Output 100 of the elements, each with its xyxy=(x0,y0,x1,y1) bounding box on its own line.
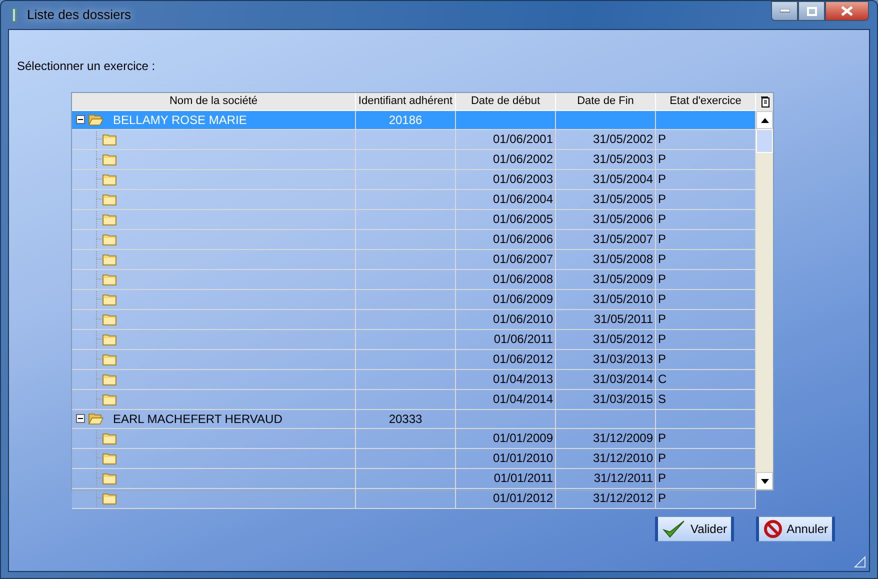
tree-row[interactable]: 01/06/2003 31/05/2004 P xyxy=(72,170,756,190)
state-cell: P xyxy=(656,488,756,508)
end-date-cell: 31/03/2013 xyxy=(556,350,656,370)
state-cell: P xyxy=(656,330,756,350)
member-id-cell: 20333 xyxy=(356,410,456,428)
tree-row[interactable]: 01/06/2008 31/05/2009 P xyxy=(72,270,756,290)
tree-row[interactable]: 01/01/2012 31/12/2012 P xyxy=(72,488,756,508)
state-cell: P xyxy=(656,210,756,230)
scroll-down-button[interactable] xyxy=(756,472,773,490)
column-chooser-icon[interactable] xyxy=(760,96,770,108)
window-title: Liste des dossiers xyxy=(27,6,132,24)
folder-icon xyxy=(102,252,118,266)
checkmark-icon xyxy=(662,519,686,539)
end-date-cell: 31/12/2010 xyxy=(556,448,656,468)
start-date-cell: 01/06/2008 xyxy=(456,270,556,290)
start-date-cell: 01/01/2009 xyxy=(456,428,556,448)
state-cell: P xyxy=(656,468,756,488)
tree-row[interactable]: 01/06/2002 31/05/2003 P xyxy=(72,150,756,170)
state-cell: P xyxy=(656,428,756,448)
tree-row[interactable]: 01/01/2011 31/12/2011 P xyxy=(72,468,756,488)
folder-icon xyxy=(102,192,118,206)
state-cell: S xyxy=(656,390,756,410)
close-button[interactable] xyxy=(825,1,869,21)
start-date-cell: 01/06/2010 xyxy=(456,310,556,330)
tree-row[interactable]: 01/06/2010 31/05/2011 P xyxy=(72,310,756,330)
tree-row[interactable]: 01/01/2009 31/12/2009 P xyxy=(72,428,756,448)
open-folder-icon xyxy=(88,113,104,126)
end-date-cell: 31/03/2015 xyxy=(556,390,656,410)
up-arrow-icon xyxy=(760,118,768,122)
end-date-cell: 31/05/2002 xyxy=(556,130,656,150)
tree-row[interactable]: 01/06/2011 31/05/2012 P xyxy=(72,330,756,350)
folder-icon xyxy=(102,312,118,326)
tree-row[interactable]: 01/06/2009 31/05/2010 P xyxy=(72,290,756,310)
tree-row[interactable]: 01/04/2013 31/03/2014 C xyxy=(72,370,756,390)
folder-icon xyxy=(102,332,118,346)
end-date-cell: 31/05/2008 xyxy=(556,250,656,270)
state-cell: P xyxy=(656,350,756,370)
tree-row[interactable]: 01/06/2001 31/05/2002 P xyxy=(72,130,756,150)
end-date-cell: 31/12/2009 xyxy=(556,428,656,448)
company-name: EARL MACHEFERT HERVAUD xyxy=(113,410,282,428)
start-date-cell: 01/04/2013 xyxy=(456,370,556,390)
folder-icon xyxy=(102,152,118,166)
start-date-cell: 01/06/2002 xyxy=(456,150,556,170)
maximize-button[interactable] xyxy=(798,1,825,21)
start-date-cell: 01/04/2014 xyxy=(456,390,556,410)
folder-icon xyxy=(102,372,118,386)
tree-row[interactable]: EARL MACHEFERT HERVAUD 20333 xyxy=(72,410,756,428)
folder-icon xyxy=(102,172,118,186)
tree-row[interactable]: 01/06/2005 31/05/2006 P xyxy=(72,210,756,230)
tree-row[interactable]: 01/06/2012 31/03/2013 P xyxy=(72,350,756,370)
folder-icon xyxy=(102,132,118,146)
minimize-icon xyxy=(780,9,790,13)
start-date-cell: 01/06/2012 xyxy=(456,350,556,370)
state-cell: P xyxy=(656,230,756,250)
start-date-cell: 01/06/2003 xyxy=(456,170,556,190)
state-cell: P xyxy=(656,448,756,468)
prohibited-icon xyxy=(763,519,783,539)
state-cell: P xyxy=(656,130,756,150)
tree-row[interactable]: 01/04/2014 31/03/2015 S xyxy=(72,390,756,410)
end-date-cell: 31/05/2005 xyxy=(556,190,656,210)
scrollbar[interactable] xyxy=(756,93,773,490)
start-date-cell: 01/06/2007 xyxy=(456,250,556,270)
folder-icon xyxy=(102,232,118,246)
tree-row[interactable]: 01/06/2007 31/05/2008 P xyxy=(72,250,756,270)
cancel-button[interactable]: Annuler xyxy=(756,516,835,542)
end-date-cell: 31/05/2007 xyxy=(556,230,656,250)
scroll-up-button[interactable] xyxy=(756,111,773,129)
end-date-cell: 31/05/2012 xyxy=(556,330,656,350)
folder-icon xyxy=(102,352,118,366)
start-date-cell: 01/01/2012 xyxy=(456,488,556,508)
minimize-button[interactable] xyxy=(771,1,798,21)
folder-icon xyxy=(102,292,118,306)
end-date-cell: 31/05/2003 xyxy=(556,150,656,170)
start-date-cell: 01/06/2004 xyxy=(456,190,556,210)
close-icon xyxy=(841,6,853,16)
start-date-cell: 01/01/2010 xyxy=(456,448,556,468)
maximize-icon xyxy=(806,6,816,16)
folder-icon xyxy=(102,212,118,226)
tree-row[interactable]: 01/01/2010 31/12/2010 P xyxy=(72,448,756,468)
state-cell: P xyxy=(656,270,756,290)
end-date-cell: 31/12/2012 xyxy=(556,488,656,508)
validate-button[interactable]: Valider xyxy=(655,516,734,542)
company-name: BELLAMY ROSE MARIE xyxy=(113,112,247,128)
folder-icon xyxy=(102,472,118,484)
tree-row[interactable]: 01/06/2004 31/05/2005 P xyxy=(72,190,756,210)
open-folder-icon xyxy=(88,412,104,425)
state-cell: P xyxy=(656,190,756,210)
scroll-thumb[interactable] xyxy=(756,129,773,153)
prompt-label: Sélectionner un exercice : xyxy=(17,58,156,75)
collapse-icon[interactable] xyxy=(76,115,85,124)
start-date-cell: 01/06/2001 xyxy=(456,130,556,150)
collapse-icon[interactable] xyxy=(76,414,85,423)
state-cell: P xyxy=(656,290,756,310)
start-date-cell: 01/06/2005 xyxy=(456,210,556,230)
state-cell: C xyxy=(656,370,756,390)
end-date-cell: 31/12/2011 xyxy=(556,468,656,488)
end-date-cell: 31/03/2014 xyxy=(556,370,656,390)
resize-grip-icon[interactable] xyxy=(854,556,866,568)
folder-icon xyxy=(102,272,118,286)
tree-row[interactable]: 01/06/2006 31/05/2007 P xyxy=(72,230,756,250)
